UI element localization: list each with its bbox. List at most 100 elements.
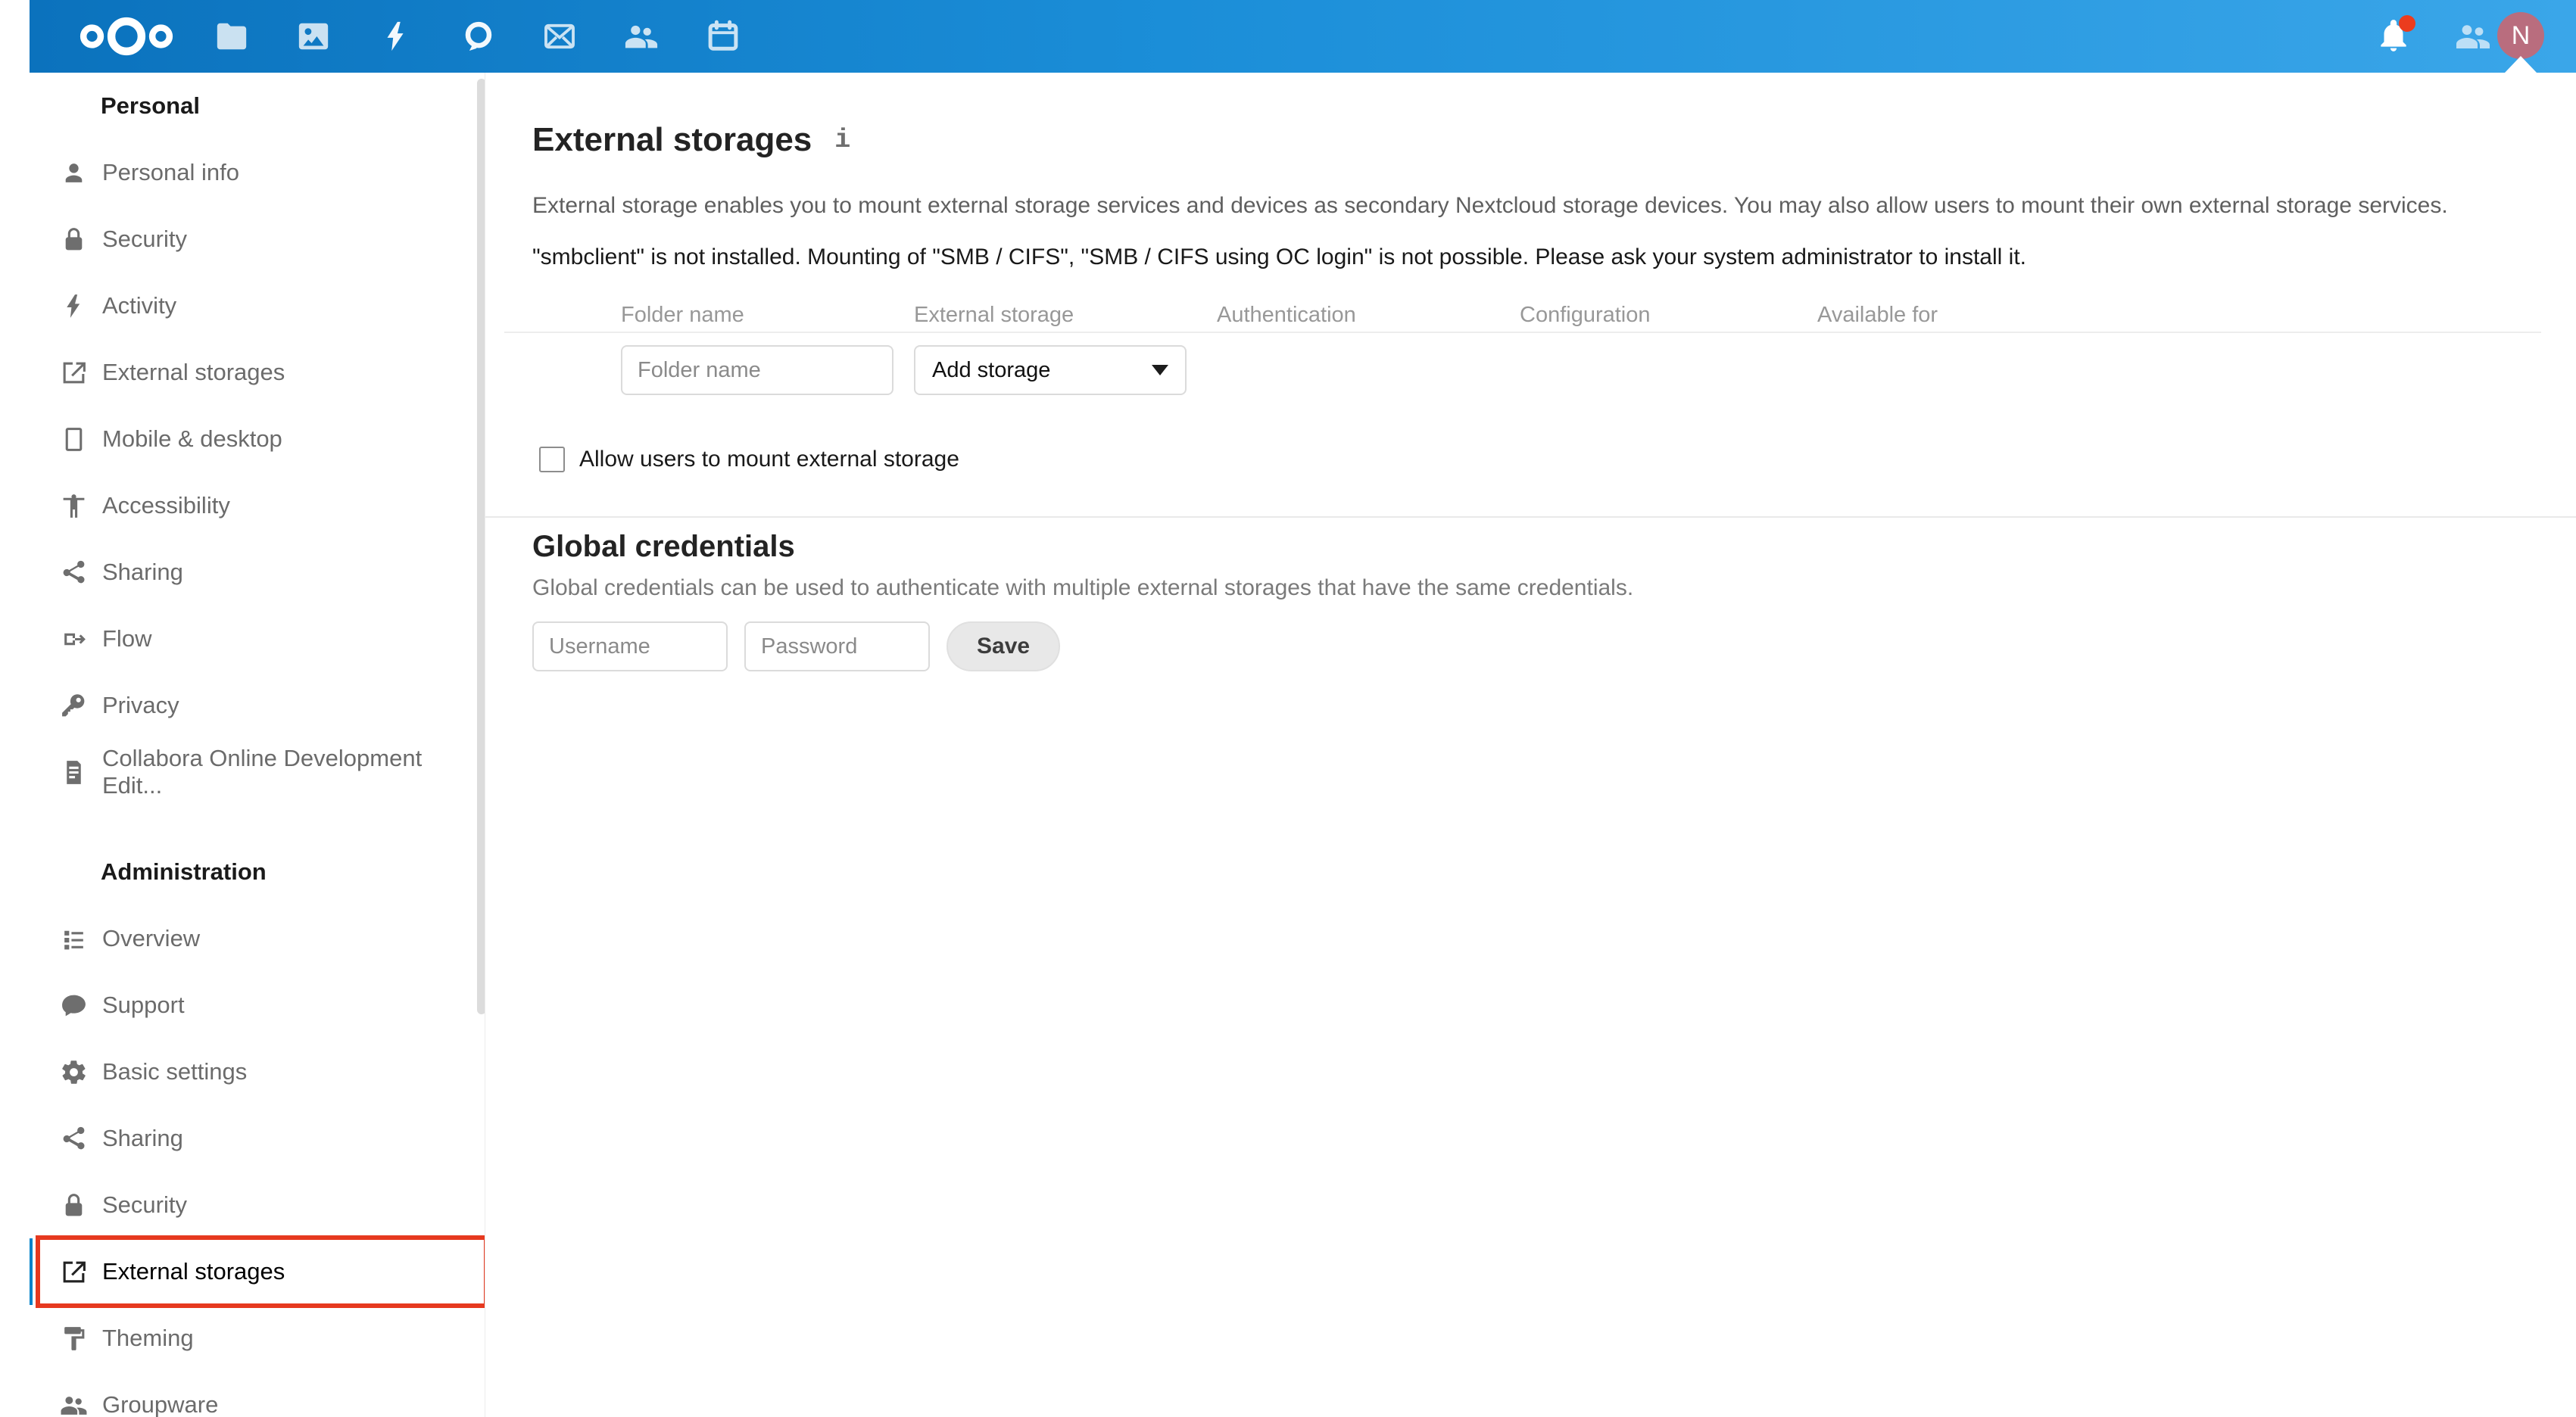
sidebar-item-theming[interactable]: Theming — [30, 1305, 485, 1372]
contacts-menu-icon[interactable] — [2455, 18, 2491, 54]
nextcloud-logo[interactable] — [73, 9, 179, 64]
sidebar-item-mobile-desktop[interactable]: Mobile & desktop — [30, 406, 485, 472]
notifications-bell-icon[interactable] — [2375, 15, 2415, 54]
sidebar-item-label: External storages — [102, 1258, 285, 1285]
settings-sidebar: Personal Personal info Security Activity… — [30, 73, 486, 1417]
user-icon — [65, 163, 83, 182]
activity-app-icon[interactable] — [379, 19, 413, 54]
key-icon — [62, 693, 85, 716]
sidebar-item-label: Basic settings — [102, 1058, 248, 1085]
accessibility-icon — [63, 494, 85, 518]
sidebar-item-overview[interactable]: Overview — [30, 905, 485, 972]
external-link-icon — [63, 1261, 86, 1282]
sidebar-item-groupware[interactable]: Groupware — [30, 1372, 485, 1417]
nextcloud-settings-page: N Personal Personal info Security Activi… — [0, 0, 2576, 1417]
sidebar-item-label: Accessibility — [102, 492, 230, 519]
people-icon — [61, 1396, 87, 1415]
document-icon — [67, 760, 81, 784]
allow-mount-row: Allow users to mount external storage — [539, 447, 2541, 472]
sidebar-item-label: Flow — [102, 625, 152, 652]
add-storage-select[interactable]: Add storage — [914, 345, 1187, 395]
sidebar-item-support[interactable]: Support — [30, 972, 485, 1039]
add-storage-label: Add storage — [932, 357, 1051, 382]
sidebar-item-security-admin[interactable]: Security — [30, 1172, 485, 1238]
column-header-available-for: Available for — [1817, 303, 1938, 327]
allow-users-mount-checkbox[interactable] — [539, 447, 565, 472]
top-bar: N — [30, 0, 2576, 73]
page-title: External storages i — [532, 121, 2541, 159]
sidebar-item-activity[interactable]: Activity — [30, 272, 485, 339]
sidebar-item-label: Privacy — [102, 692, 179, 718]
sidebar-item-label: External storages — [102, 359, 285, 385]
password-field[interactable] — [744, 621, 930, 671]
photos-app-icon[interactable] — [296, 19, 331, 54]
sidebar-item-sharing-admin[interactable]: Sharing — [30, 1105, 485, 1172]
new-storage-row: Add storage — [532, 345, 2541, 395]
global-credentials-description: Global credentials can be used to authen… — [532, 575, 1634, 600]
sidebar-item-label: Sharing — [102, 559, 183, 585]
sidebar-item-collabora[interactable]: Collabora Online Development Edit... — [30, 739, 485, 805]
table-header-divider — [504, 332, 2541, 333]
external-storages-panel: External storages i External storage ena… — [485, 73, 2576, 1417]
sidebar-item-label: Activity — [102, 292, 177, 319]
smbclient-warning-text: "smbclient" is not installed. Mounting o… — [532, 244, 2026, 269]
sidebar-heading-personal: Personal — [101, 92, 200, 119]
global-credentials-title: Global credentials — [532, 530, 795, 563]
sidebar-item-label: Sharing — [102, 1125, 183, 1151]
sidebar-item-accessibility[interactable]: Accessibility — [30, 472, 485, 539]
folder-name-input[interactable] — [621, 345, 893, 395]
allow-users-mount-label: Allow users to mount external storage — [579, 447, 959, 472]
sidebar-item-basic-settings[interactable]: Basic settings — [30, 1039, 485, 1105]
list-icon — [64, 930, 83, 949]
files-app-icon[interactable] — [214, 19, 249, 54]
info-icon[interactable]: i — [834, 125, 850, 155]
notification-badge — [2399, 15, 2415, 32]
sidebar-item-external-storages-admin[interactable]: External storages — [30, 1235, 485, 1308]
user-avatar[interactable]: N — [2497, 12, 2544, 59]
save-button[interactable]: Save — [947, 621, 1061, 671]
sidebar-heading-administration: Administration — [101, 858, 267, 885]
username-field[interactable] — [532, 621, 728, 671]
phone-icon — [65, 427, 83, 451]
calendar-app-icon[interactable] — [706, 19, 741, 54]
intro-text: External storage enables you to mount ex… — [532, 193, 2448, 218]
share-icon — [63, 560, 85, 583]
section-divider — [485, 516, 2576, 518]
sidebar-item-sharing-personal[interactable]: Sharing — [30, 539, 485, 606]
lightning-icon — [67, 294, 80, 318]
lock-icon — [65, 227, 83, 250]
global-credentials-form: Save — [532, 621, 2541, 671]
column-header-configuration: Configuration — [1520, 303, 1651, 327]
sidebar-item-label: Security — [102, 1191, 187, 1218]
paint-roller-icon — [64, 1326, 85, 1350]
chevron-down-icon — [1152, 365, 1168, 375]
column-header-external-storage: External storage — [914, 303, 1074, 327]
sidebar-item-external-storages-personal[interactable]: External storages — [30, 339, 485, 406]
storage-table-header: Folder name External storage Authenticat… — [532, 301, 2541, 329]
page-title-text: External storages — [532, 121, 812, 158]
sidebar-item-label: Personal info — [102, 159, 239, 185]
share-icon — [63, 1126, 85, 1149]
sidebar-item-label: Security — [102, 226, 187, 252]
sidebar-item-personal-info[interactable]: Personal info — [30, 139, 485, 206]
flow-icon — [64, 633, 86, 645]
contacts-app-icon[interactable] — [624, 19, 659, 54]
talk-app-icon[interactable] — [460, 19, 495, 54]
sidebar-item-label: Collabora Online Development Edit... — [102, 745, 423, 799]
sidebar-item-label: Mobile & desktop — [102, 425, 282, 452]
lock-icon — [65, 1193, 83, 1216]
sidebar-item-privacy[interactable]: Privacy — [30, 672, 485, 739]
sidebar-item-flow[interactable]: Flow — [30, 606, 485, 672]
mail-app-icon[interactable] — [542, 19, 577, 54]
external-link-icon — [63, 362, 86, 383]
gear-icon — [62, 1060, 86, 1084]
settings-menu-arrow — [2505, 56, 2537, 73]
chat-icon — [62, 995, 86, 1016]
column-header-authentication: Authentication — [1217, 303, 1356, 327]
column-header-folder-name: Folder name — [621, 303, 744, 327]
sidebar-item-security-personal[interactable]: Security — [30, 206, 485, 272]
sidebar-item-label: Theming — [102, 1325, 194, 1351]
sidebar-item-label: Groupware — [102, 1391, 219, 1417]
sidebar-item-label: Overview — [102, 925, 201, 951]
sidebar-item-label: Support — [102, 992, 185, 1018]
